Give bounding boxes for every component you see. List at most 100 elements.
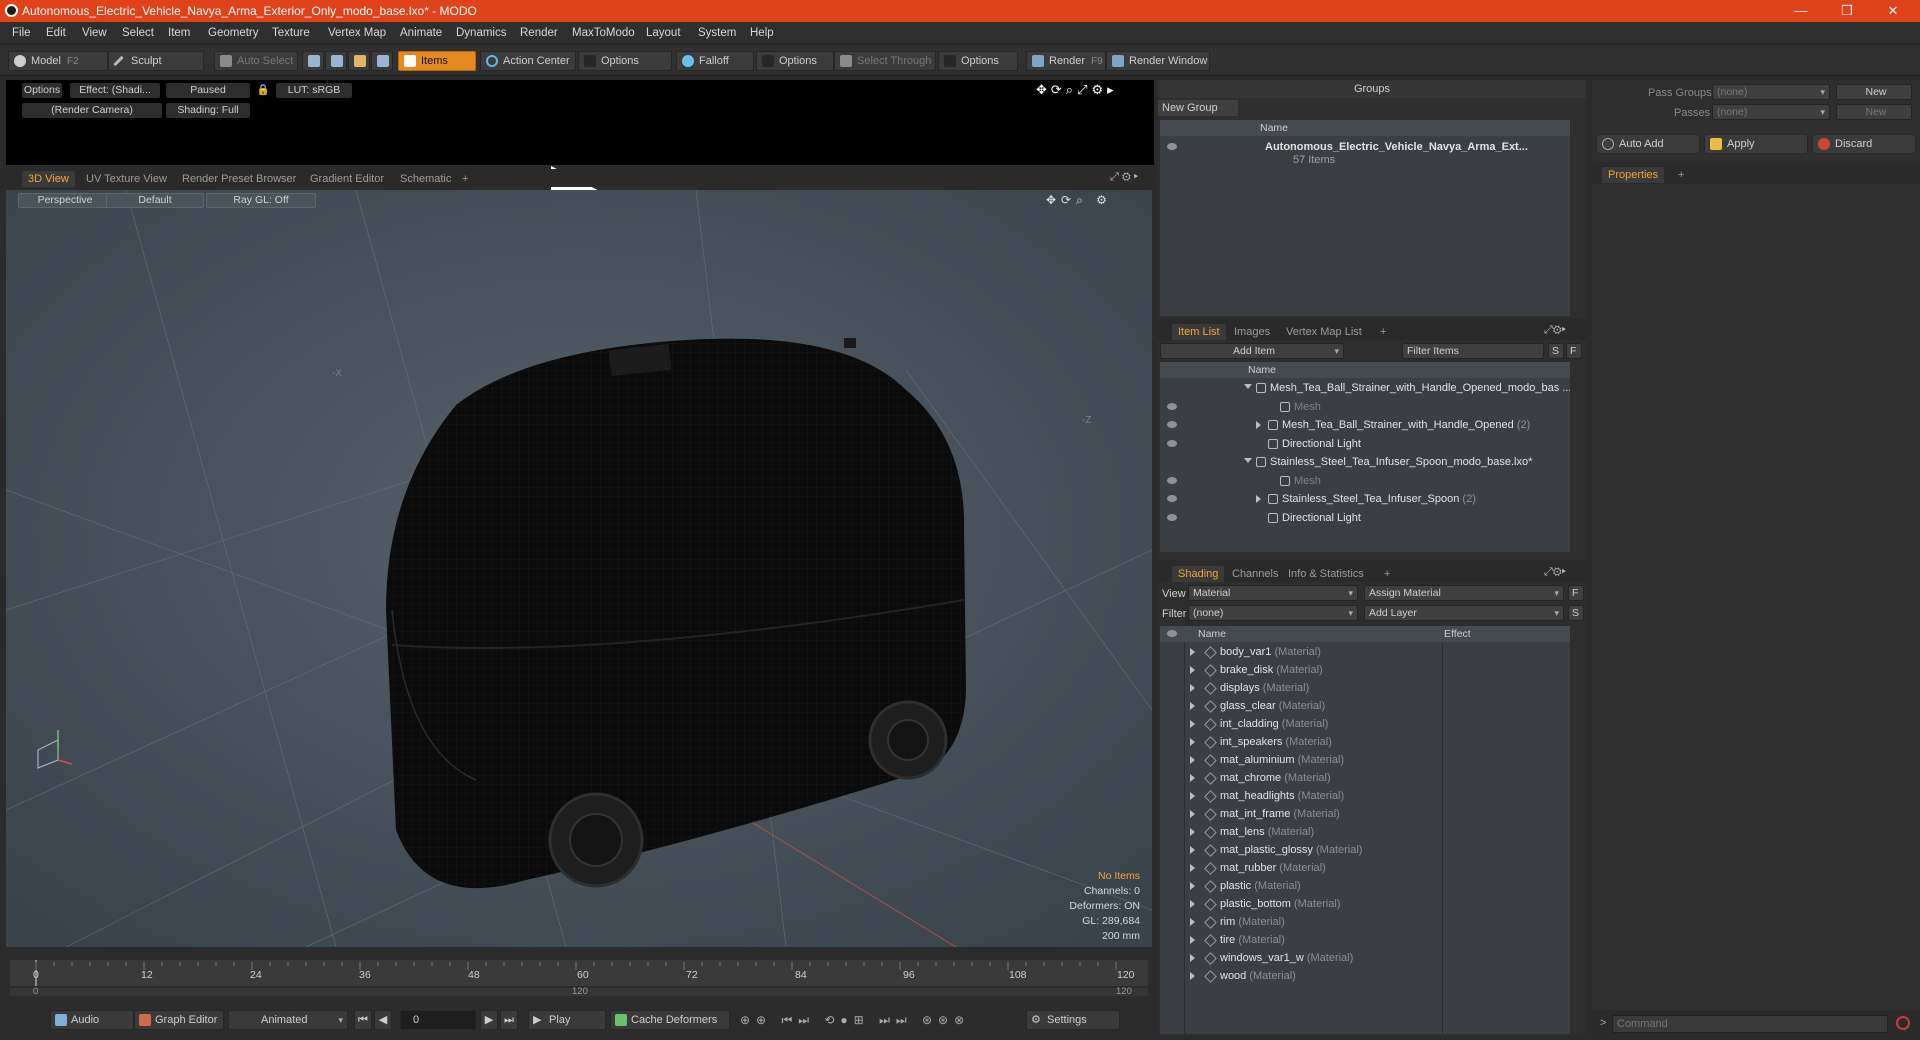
view-dropdown[interactable]: Material — [1188, 585, 1358, 601]
settings-button[interactable]: ⚙ Settings — [1026, 1010, 1120, 1030]
expand-arrow-icon[interactable] — [1190, 846, 1195, 854]
new-pass-group-button[interactable]: New — [1836, 84, 1912, 100]
auto-add-button[interactable]: Auto Add — [1596, 134, 1700, 154]
render-window-button[interactable]: Render Window — [1106, 51, 1210, 71]
render-button[interactable]: Render F9 — [1026, 51, 1106, 71]
add-item-dropdown[interactable]: Add Item — [1160, 343, 1344, 359]
visibility-eye-icon[interactable] — [1167, 402, 1177, 410]
action-center-button[interactable]: Action Center — [480, 51, 576, 71]
command-record-icon[interactable] — [1896, 1016, 1910, 1030]
discard-button[interactable]: Discard — [1812, 134, 1916, 154]
material-row[interactable]: rim (Material) — [1160, 913, 1570, 931]
groups-list[interactable]: Name Autonomous_Electric_Vehicle_Navya_A… — [1160, 120, 1570, 316]
item-row[interactable]: Directional Light — [1160, 509, 1570, 527]
timeline[interactable]: 0 12 24 36 48 60 72 84 96 108 120 0 120 … — [6, 952, 1152, 1000]
collapse-arrow-icon[interactable] — [1244, 384, 1252, 389]
material-row[interactable]: mat_lens (Material) — [1160, 823, 1570, 841]
item-row[interactable]: Stainless_Steel_Tea_Infuser_Spoon (2) — [1160, 490, 1570, 508]
expand-arrow-icon[interactable] — [1190, 738, 1195, 746]
add-tab-button[interactable]: + — [456, 171, 474, 187]
material-row[interactable]: brake_disk (Material) — [1160, 661, 1570, 679]
expand-arrow-icon[interactable] — [1190, 774, 1195, 782]
menu-dynamics[interactable]: Dynamics — [456, 27, 506, 39]
ray-gl-toggle[interactable]: Ray GL: Off — [206, 193, 316, 208]
tab-render-preset-browser[interactable]: Render Preset Browser — [176, 171, 302, 187]
vertices-mode-button[interactable] — [302, 51, 324, 71]
expand-arrow-icon[interactable] — [1190, 900, 1195, 908]
material-row[interactable]: mat_rubber (Material) — [1160, 859, 1570, 877]
filter-items-input[interactable]: Filter Items — [1402, 343, 1544, 359]
viewport-expand-icon[interactable]: ⤢ ⚙ ▸ — [1110, 171, 1138, 184]
menu-file[interactable]: File — [12, 27, 31, 39]
tab-schematic[interactable]: Schematic — [394, 171, 457, 187]
preview-options-button[interactable]: Options — [22, 83, 62, 98]
default-style-dropdown[interactable]: Default — [106, 193, 204, 208]
perspective-dropdown[interactable]: Perspective — [18, 193, 112, 208]
viewport-nav-icons[interactable]: ✥⟳⌕ ⚙ — [1046, 193, 1112, 208]
material-row[interactable]: mat_plastic_glossy (Material) — [1160, 841, 1570, 859]
item-row[interactable]: Mesh_Tea_Ball_Strainer_with_Handle_Opene… — [1160, 379, 1570, 397]
filter-s-button[interactable]: S — [1548, 343, 1564, 359]
collapse-arrow-icon[interactable] — [1244, 458, 1252, 463]
expand-arrow-icon[interactable] — [1190, 936, 1195, 944]
menu-view[interactable]: View — [82, 27, 107, 39]
material-row[interactable]: mat_chrome (Material) — [1160, 769, 1570, 787]
material-row[interactable]: mat_headlights (Material) — [1160, 787, 1570, 805]
close-button[interactable]: ✕ — [1870, 0, 1916, 22]
animated-dropdown[interactable]: Animated — [228, 1010, 348, 1030]
next-frame-button[interactable]: ▶ — [480, 1010, 498, 1030]
visibility-eye-icon[interactable] — [1167, 495, 1177, 502]
material-row[interactable]: body_var1 (Material) — [1160, 643, 1570, 661]
item-row[interactable]: Directional Light — [1160, 435, 1570, 453]
auto-select-button[interactable]: Auto Select — [214, 51, 298, 71]
expand-arrow-icon[interactable] — [1190, 684, 1195, 692]
add-properties-tab[interactable]: + — [1672, 167, 1690, 183]
apply-button[interactable]: Apply — [1704, 134, 1808, 154]
tab-shading[interactable]: Shading — [1172, 566, 1225, 582]
new-pass-button[interactable]: New — [1836, 104, 1912, 120]
tab-properties[interactable]: Properties — [1602, 167, 1665, 183]
expand-arrow-icon[interactable] — [1190, 918, 1195, 926]
visibility-eye-icon[interactable] — [1167, 439, 1177, 447]
menu-item[interactable]: Item — [168, 27, 190, 39]
expand-arrow-icon[interactable] — [1256, 421, 1261, 429]
frame-input[interactable]: 0 — [400, 1010, 476, 1030]
maximize-button[interactable]: ❐ — [1824, 0, 1870, 22]
command-input[interactable] — [1612, 1015, 1888, 1033]
expand-arrow-icon[interactable] — [1190, 702, 1195, 710]
tab-info-statistics[interactable]: Info & Statistics — [1282, 566, 1370, 582]
graph-editor-button[interactable]: Graph Editor — [134, 1010, 224, 1030]
item-row[interactable]: Mesh_Tea_Ball_Strainer_with_Handle_Opene… — [1160, 416, 1570, 434]
group-row[interactable]: Autonomous_Electric_Vehicle_Navya_Arma_E… — [1160, 138, 1570, 166]
material-row[interactable]: windows_var1_w (Material) — [1160, 949, 1570, 967]
tab-channels[interactable]: Channels — [1226, 566, 1284, 582]
expand-arrow-icon[interactable] — [1190, 882, 1195, 890]
material-row[interactable]: int_speakers (Material) — [1160, 733, 1570, 751]
material-row[interactable]: plastic_bottom (Material) — [1160, 895, 1570, 913]
render-camera-dropdown[interactable]: (Render Camera) — [22, 103, 162, 118]
tab-item-list[interactable]: Item List — [1172, 324, 1226, 340]
lock-icon[interactable]: 🔒 — [256, 83, 270, 98]
add-shading-tab[interactable]: + — [1378, 566, 1396, 582]
audio-button[interactable]: Audio — [50, 1010, 134, 1030]
menu-animate[interactable]: Animate — [400, 27, 442, 39]
preview-nav-icons[interactable]: ✥⟳⌕⤢⚙▸ — [1036, 82, 1118, 98]
polygons-mode-button[interactable] — [348, 51, 370, 71]
shading-s-button[interactable]: S — [1568, 605, 1584, 621]
action-center-options-button[interactable]: Options — [578, 51, 672, 71]
add-layer-dropdown[interactable]: Add Layer — [1364, 605, 1564, 621]
material-row[interactable]: displays (Material) — [1160, 679, 1570, 697]
cache-deformers-button[interactable]: Cache Deformers — [610, 1010, 730, 1030]
menu-render[interactable]: Render — [520, 27, 558, 39]
passes-dropdown[interactable]: (none) — [1712, 104, 1830, 120]
menu-texture[interactable]: Texture — [272, 27, 310, 39]
add-item-tab[interactable]: + — [1374, 324, 1392, 340]
menu-geometry[interactable]: Geometry — [208, 27, 259, 39]
tab-3d-view[interactable]: 3D View — [22, 171, 75, 187]
play-button[interactable]: ▶ Play — [528, 1010, 606, 1030]
lut-dropdown[interactable]: LUT: sRGB — [276, 83, 352, 98]
visibility-eye-icon[interactable] — [1167, 421, 1177, 428]
expand-arrow-icon[interactable] — [1190, 810, 1195, 818]
effect-dropdown[interactable]: Effect: (Shadi... — [70, 83, 160, 98]
expand-arrow-icon[interactable] — [1190, 864, 1195, 872]
